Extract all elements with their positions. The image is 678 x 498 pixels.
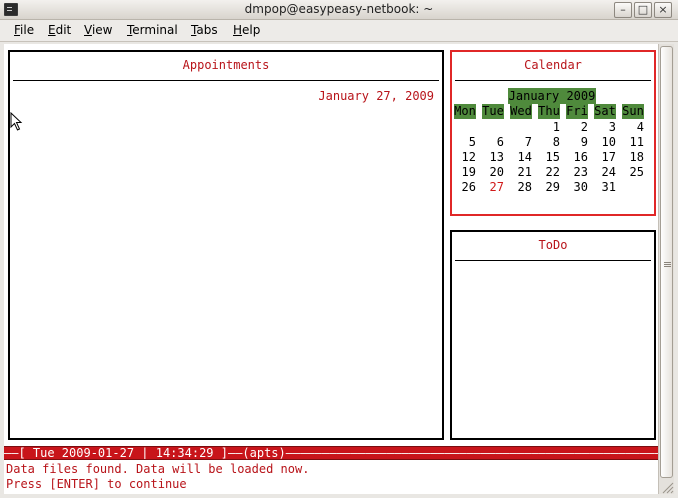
weekday-header: Sat [594, 104, 616, 119]
menu-tabs[interactable]: Tabs [191, 23, 218, 37]
vertical-scrollbar[interactable] [658, 44, 674, 494]
calendar-day[interactable]: 2 [566, 120, 588, 135]
menu-terminal[interactable]: Terminal [127, 23, 178, 37]
close-button[interactable]: × [654, 2, 672, 18]
weekday-header: Thu [538, 104, 560, 119]
menu-tabs-label: abs [196, 23, 218, 37]
calendar-title: Calendar [524, 58, 582, 72]
calendar-day[interactable]: 15 [538, 150, 560, 165]
calendar-day[interactable]: 22 [538, 165, 560, 180]
calendar-day[interactable]: 12 [454, 150, 476, 165]
calendar-divider [455, 80, 651, 81]
calendar-day[interactable]: 11 [622, 135, 644, 150]
mouse-pointer-icon [10, 112, 23, 131]
calendar-day[interactable]: 7 [510, 135, 532, 150]
calendar-day[interactable]: 4 [622, 120, 644, 135]
scrollbar-thumb[interactable] [660, 46, 673, 478]
calendar-day[interactable]: 17 [594, 150, 616, 165]
appointments-divider [13, 80, 439, 81]
calendar-day[interactable]: 18 [622, 150, 644, 165]
calendar-day[interactable]: 6 [482, 135, 504, 150]
status-message: Data files found. Data will be loaded no… [6, 462, 310, 476]
menu-edit-label: dit [55, 23, 72, 37]
terminal-area[interactable]: Appointments January 27, 2009 Calendar J… [4, 44, 658, 494]
calendar-day[interactable]: 9 [566, 135, 588, 150]
calendar-day[interactable]: 13 [482, 150, 504, 165]
status-bar: ——[ Tue 2009-01-27 | 14:34:29 ]——(apts)—… [4, 446, 658, 460]
todo-title: ToDo [538, 238, 568, 252]
minimize-button[interactable]: – [614, 2, 632, 18]
window-title: dmpop@easypeasy-netbook: ~ [244, 2, 434, 16]
weekday-header: Fri [566, 104, 588, 119]
menubar: File Edit View Terminal Tabs Help [0, 20, 678, 42]
calendar-month: January 2009 [508, 88, 596, 104]
menu-edit[interactable]: Edit [48, 23, 71, 37]
calendar-day[interactable]: 31 [594, 180, 616, 195]
scrollbar-grip-icon [664, 262, 671, 263]
calendar-day[interactable]: 25 [622, 165, 644, 180]
todo-divider [455, 260, 651, 261]
calendar-day[interactable]: 3 [594, 120, 616, 135]
status-line: ——[ Tue 2009-01-27 | 14:34:29 ]——(apts)—… [4, 446, 658, 460]
appointments-title: Appointments [182, 58, 270, 72]
calendar-day[interactable]: 21 [510, 165, 532, 180]
menu-file[interactable]: File [14, 23, 34, 37]
weekday-header: Tue [482, 104, 504, 119]
calendar-day[interactable]: 10 [594, 135, 616, 150]
calendar-day[interactable]: 20 [482, 165, 504, 180]
menu-help-mnemonic: H [233, 23, 243, 37]
calendar-day-today[interactable]: 27 [482, 180, 504, 195]
calendar-day[interactable]: 16 [566, 150, 588, 165]
maximize-button[interactable]: □ [634, 2, 652, 18]
window-titlebar[interactable]: dmpop@easypeasy-netbook: ~ – □ × [0, 0, 678, 20]
calendar-day[interactable]: 8 [538, 135, 560, 150]
calendar-weekday-row: Mon Tue Wed Thu Fri Sat Sun [454, 104, 654, 120]
calendar-day[interactable]: 28 [510, 180, 532, 195]
weekday-header: Sun [622, 104, 644, 119]
appointments-panel: Appointments January 27, 2009 [8, 50, 444, 440]
calendar-day[interactable]: 19 [454, 165, 476, 180]
calendar-day[interactable]: 30 [566, 180, 588, 195]
menu-view-label: iew [91, 23, 113, 37]
calendar-day[interactable]: 23 [566, 165, 588, 180]
menu-view[interactable]: View [84, 23, 112, 37]
calendar-panel: Calendar January 2009 Mon Tue Wed Thu Fr… [450, 50, 656, 216]
calendar-day[interactable]: 1 [538, 120, 560, 135]
appointments-date: January 27, 2009 [318, 89, 434, 103]
calendar-day-grid: 1 2 3 4 5 6 7 8 9 10 11 12 13 14 15 16 17 18 19 20 21 22 23 24 2… [454, 120, 654, 210]
todo-panel: ToDo [450, 230, 656, 440]
calendar-day[interactable]: 29 [538, 180, 560, 195]
calendar-day[interactable]: 24 [594, 165, 616, 180]
menu-help-label: elp [242, 23, 261, 37]
calendar-day[interactable]: 14 [510, 150, 532, 165]
menu-help[interactable]: Help [233, 23, 260, 37]
menu-view-mnemonic: V [84, 23, 92, 37]
menu-terminal-label: erminal [132, 23, 178, 37]
resize-grip-icon[interactable] [660, 480, 674, 494]
calendar-day[interactable]: 5 [454, 135, 476, 150]
menu-edit-mnemonic: E [48, 23, 56, 37]
calendar-day[interactable]: 26 [454, 180, 476, 195]
prompt-message: Press [ENTER] to continue [6, 477, 187, 491]
weekday-header: Wed [510, 104, 532, 119]
weekday-header: Mon [454, 104, 476, 119]
menu-file-label: ile [20, 23, 35, 37]
